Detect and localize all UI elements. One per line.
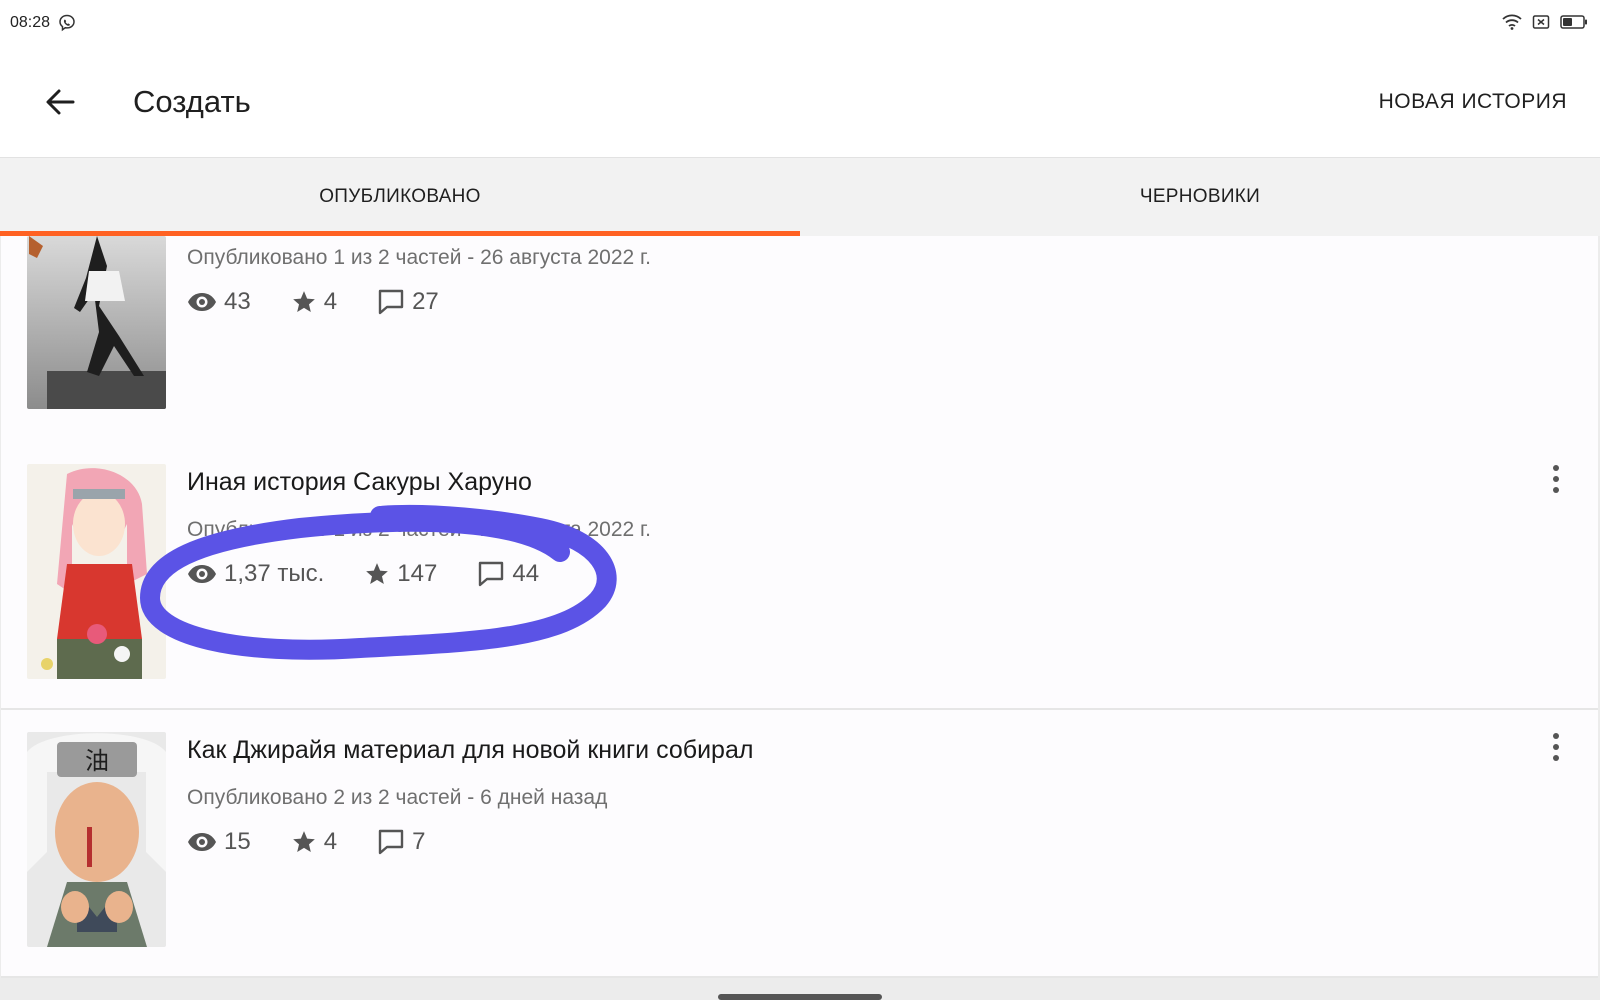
views-count: 43: [224, 288, 251, 315]
comments-stat: 27: [377, 288, 439, 316]
sim-card-icon: [1532, 15, 1550, 29]
story-stats: 43 4 27: [187, 288, 479, 316]
status-time: 08:28: [10, 14, 51, 31]
story-card[interactable]: Опубликовано 1 из 2 частей - 26 августа …: [1, 236, 1598, 472]
comments-count: 44: [512, 560, 540, 587]
stars-count: 147: [397, 560, 438, 587]
battery-icon: [1560, 15, 1587, 29]
more-vert-icon[interactable]: [1544, 460, 1568, 500]
comment-icon: [378, 829, 404, 855]
story-cover-image: [27, 464, 166, 679]
eye-icon: [188, 565, 216, 583]
views-count: 1,37 тыс.: [224, 560, 325, 587]
story-meta: Опубликовано 1 из 2 частей - 29 августа …: [187, 518, 651, 541]
comments-stat: 44: [477, 560, 539, 588]
story-stats: 1,37 тыс. 147 44: [187, 560, 579, 588]
story-meta: Опубликовано 1 из 2 частей - 26 августа …: [187, 246, 651, 269]
tab-drafts-label: ЧЕРНОВИКИ: [1139, 186, 1261, 207]
stars-stat: 4: [291, 828, 337, 856]
viber-icon: [59, 14, 75, 32]
status-bar: 08:28: [0, 0, 1600, 50]
more-vert-icon[interactable]: [1544, 728, 1568, 768]
comments-count: 27: [412, 288, 439, 315]
story-card[interactable]: Иная история Сакуры Харуно Опубликовано …: [1, 442, 1598, 710]
tab-published[interactable]: ОПУБЛИКОВАНО: [0, 158, 800, 236]
views-count: 15: [224, 828, 251, 855]
story-meta: Опубликовано 2 из 2 частей - 6 дней наза…: [187, 786, 608, 809]
story-cover-image: [27, 236, 166, 409]
comment-icon: [378, 289, 404, 315]
gesture-nav-handle[interactable]: [718, 994, 882, 1000]
stars-count: 4: [323, 828, 338, 855]
stars-count: 4: [323, 288, 338, 315]
views-stat: 1,37 тыс.: [187, 560, 324, 588]
star-icon: [366, 563, 389, 584]
app-bar: Создать НОВАЯ ИСТОРИЯ: [0, 50, 1600, 158]
tab-bar: ОПУБЛИКОВАНО ЧЕРНОВИКИ: [0, 158, 1600, 236]
eye-icon: [188, 293, 216, 311]
page-title: Создать: [133, 84, 251, 119]
views-stat: 15: [187, 828, 251, 856]
comments-count: 7: [412, 828, 426, 855]
story-card[interactable]: 油 Как Джирайя материал для новой книги с…: [1, 710, 1598, 978]
story-title: Как Джирайя материал для новой книги соб…: [187, 736, 754, 764]
star-icon: [292, 831, 315, 852]
star-icon: [292, 291, 315, 312]
story-stats: 15 4 7: [187, 828, 465, 856]
stars-stat: 4: [291, 288, 337, 316]
eye-icon: [188, 833, 216, 851]
story-cover-image: 油: [27, 732, 166, 947]
svg-text:油: 油: [85, 747, 109, 775]
views-stat: 43: [187, 288, 251, 316]
new-story-button[interactable]: НОВАЯ ИСТОРИЯ: [1379, 90, 1567, 114]
story-list: Опубликовано 1 из 2 частей - 26 августа …: [0, 236, 1600, 1000]
story-title: Иная история Сакуры Харуно: [187, 468, 532, 496]
comment-icon: [479, 561, 504, 587]
wifi-icon: [1502, 14, 1522, 30]
back-arrow-icon[interactable]: [40, 82, 80, 122]
tab-drafts[interactable]: ЧЕРНОВИКИ: [800, 158, 1600, 236]
tab-published-label: ОПУБЛИКОВАНО: [319, 186, 481, 207]
comments-stat: 7: [377, 828, 425, 856]
stars-stat: 147: [364, 560, 437, 588]
